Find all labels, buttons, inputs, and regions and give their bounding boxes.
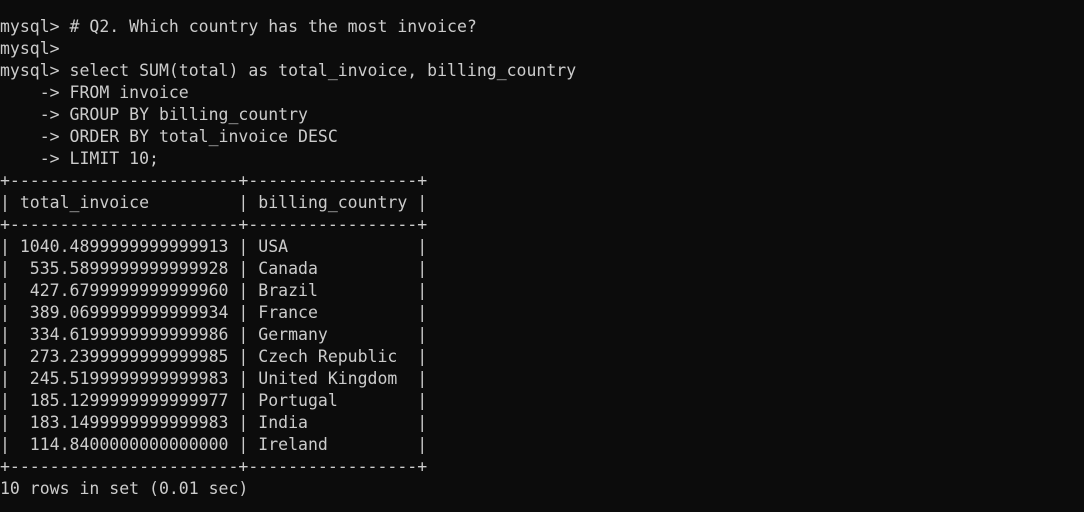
table-row: | 183.1499999999999983 | India | bbox=[0, 413, 428, 432]
continuation-line-group-by: -> GROUP BY billing_country bbox=[0, 105, 308, 124]
table-row: | 389.0699999999999934 | France | bbox=[0, 303, 428, 322]
table-border-header: +-----------------------+---------------… bbox=[0, 215, 428, 234]
table-row: | 334.6199999999999986 | Germany | bbox=[0, 325, 428, 344]
table-border-top: +-----------------------+---------------… bbox=[0, 171, 428, 190]
continuation-line-limit: -> LIMIT 10; bbox=[0, 149, 159, 168]
terminal-window[interactable]: mysql> # Q2. Which country has the most … bbox=[0, 0, 1084, 512]
table-row: | 427.6799999999999960 | Brazil | bbox=[0, 281, 428, 300]
prompt-line-select: mysql> select SUM(total) as total_invoic… bbox=[0, 61, 577, 80]
table-row: | 185.1299999999999977 | Portugal | bbox=[0, 391, 428, 410]
table-row: | 273.2399999999999985 | Czech Republic … bbox=[0, 347, 428, 366]
table-header: | total_invoice | billing_country | bbox=[0, 193, 428, 212]
prompt-line-comment: mysql> # Q2. Which country has the most … bbox=[0, 17, 477, 36]
result-summary: 10 rows in set (0.01 sec) bbox=[0, 479, 249, 498]
prompt-line-empty: mysql> bbox=[0, 39, 60, 58]
table-row: | 535.5899999999999928 | Canada | bbox=[0, 259, 428, 278]
table-row: | 245.5199999999999983 | United Kingdom … bbox=[0, 369, 428, 388]
table-row: | 1040.4899999999999913 | USA | bbox=[0, 237, 428, 256]
continuation-line-from: -> FROM invoice bbox=[0, 83, 189, 102]
continuation-line-order-by: -> ORDER BY total_invoice DESC bbox=[0, 127, 338, 146]
table-row: | 114.8400000000000000 | Ireland | bbox=[0, 435, 428, 454]
table-border-bottom: +-----------------------+---------------… bbox=[0, 457, 428, 476]
